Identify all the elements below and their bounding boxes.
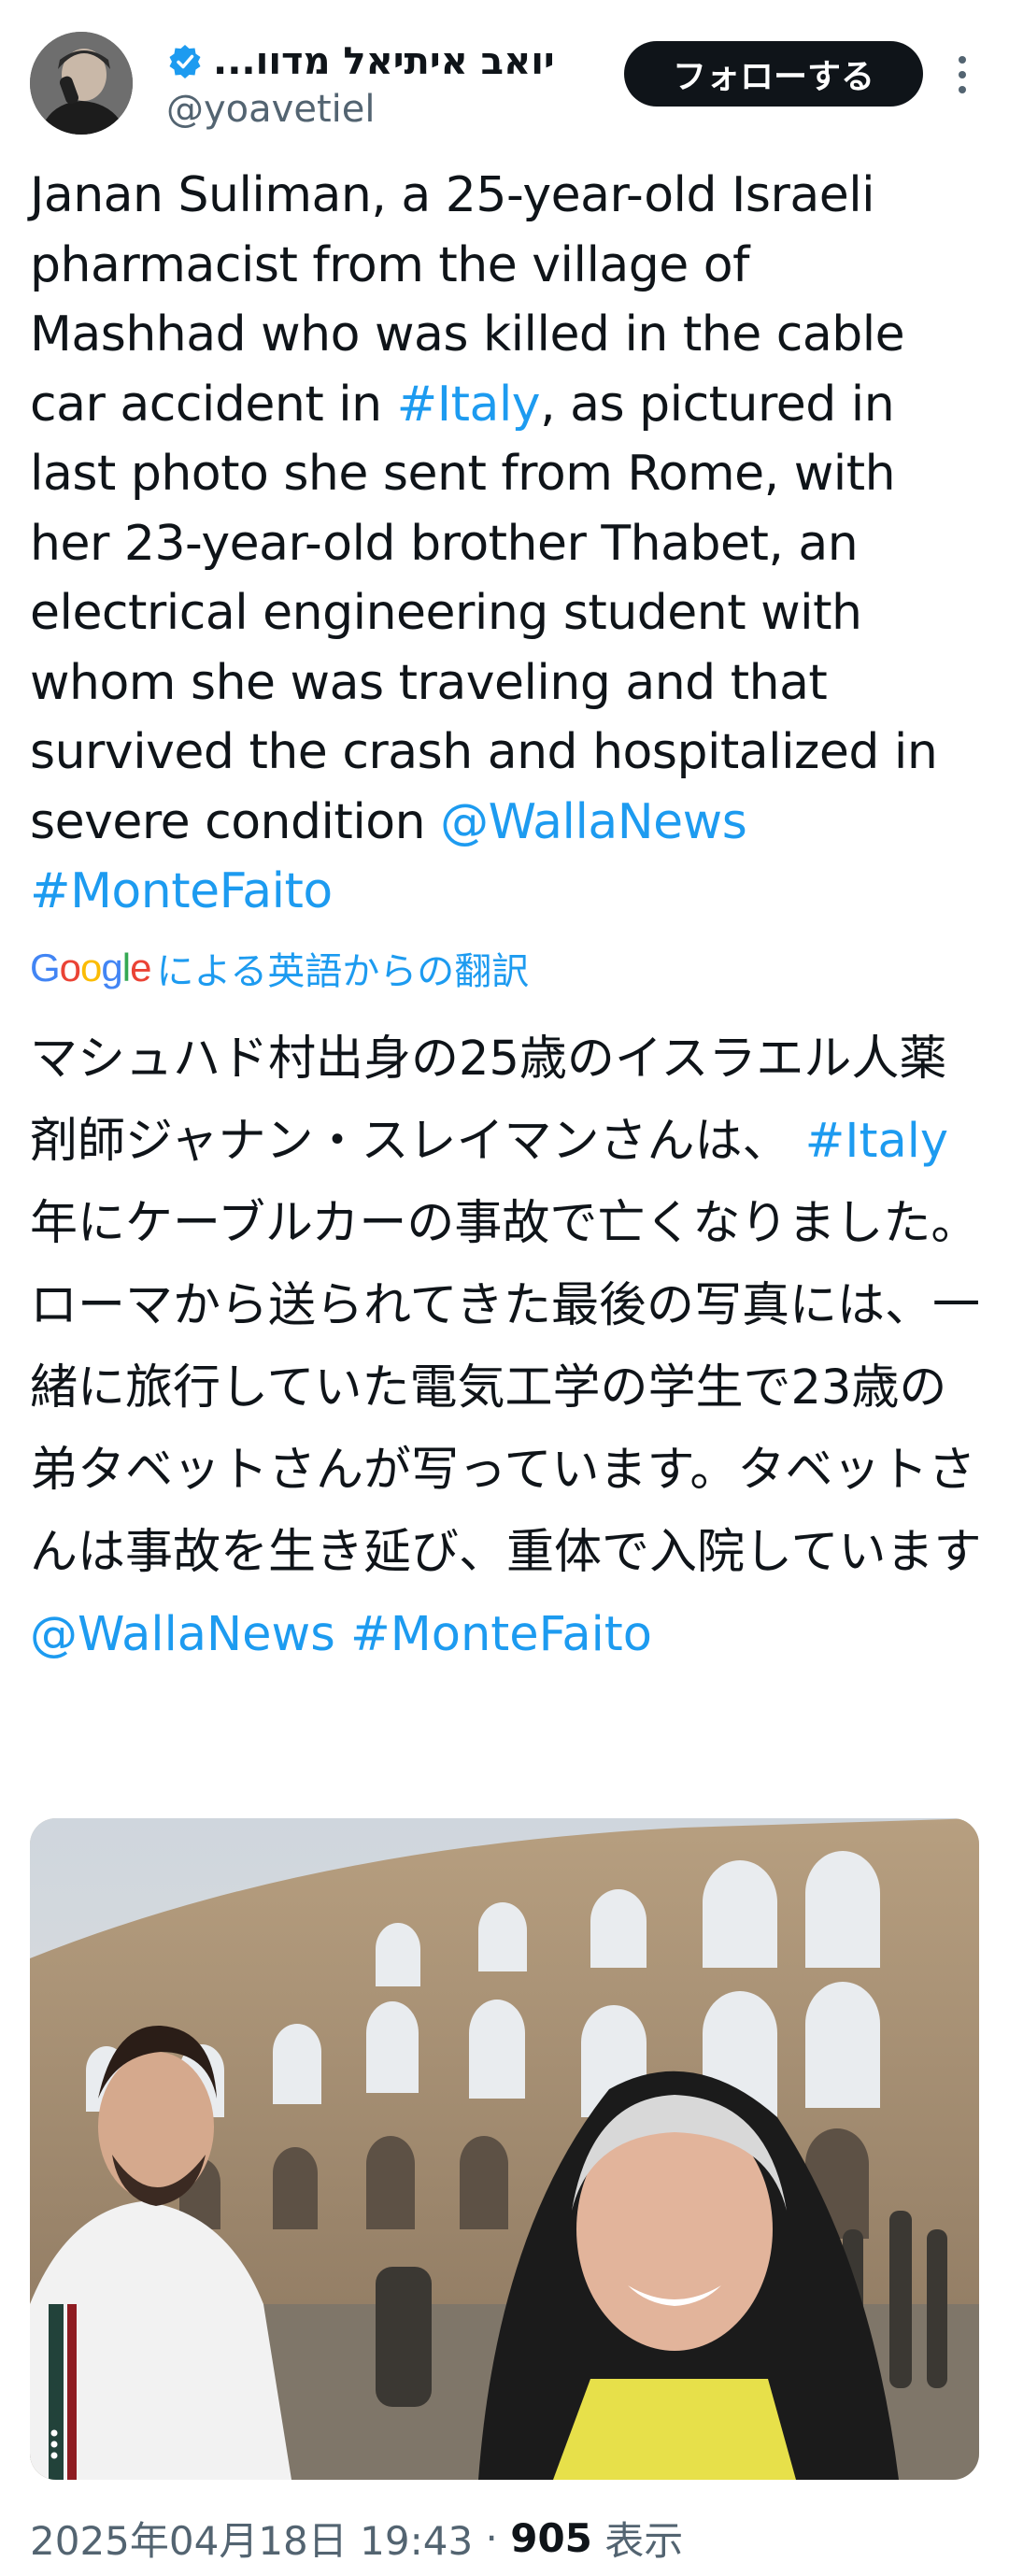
metadata-separator: · xyxy=(473,2514,511,2561)
author-display-name: יואב איתיאל מדוו... xyxy=(213,40,555,83)
tweet-timestamp[interactable]: 2025年04月18日 19:43 xyxy=(30,2510,473,2567)
hashtag-italy-link[interactable]: #Italy xyxy=(397,377,541,433)
follow-button[interactable]: フォローする xyxy=(624,41,923,107)
mention-wallanews-link[interactable]: @WallaNews xyxy=(440,794,747,850)
views-count[interactable]: 905 xyxy=(510,2515,592,2561)
author-handle[interactable]: @yoavetiel xyxy=(166,88,375,131)
translation-attribution[interactable]: Google による英語からの翻訳 xyxy=(30,940,529,996)
author-name-row[interactable]: יואב איתיאל מדוו... xyxy=(166,36,555,88)
translated-text-segment: 年にケーブルカーの事故で亡くなりました。ローマから送られてきた最後の写真には、一… xyxy=(30,1196,982,1580)
tweet-text-segment xyxy=(746,794,761,850)
tweet-metadata: 2025年04月18日 19:43 · 905 表示 xyxy=(30,2510,683,2566)
hashtag-italy-link[interactable]: #Italy xyxy=(805,1114,948,1169)
avatar[interactable] xyxy=(30,32,133,135)
translation-label[interactable]: による英語からの翻訳 xyxy=(156,941,529,995)
media-more-icon[interactable] xyxy=(45,2426,64,2463)
photo-colosseum-selfie xyxy=(30,1818,979,2480)
tweet-text-segment: , as pictured in last photo she sent fro… xyxy=(30,376,953,850)
hashtag-montefaito-link[interactable]: #MonteFaito xyxy=(30,863,333,919)
more-options-icon[interactable] xyxy=(945,49,979,101)
tweet-photo[interactable] xyxy=(30,1818,979,2480)
translated-text-segment xyxy=(335,1607,350,1662)
verified-badge-icon xyxy=(166,43,204,80)
views-label: 表示 xyxy=(591,2517,684,2564)
hashtag-montefaito-link[interactable]: #MonteFaito xyxy=(350,1607,652,1662)
google-logo: Google xyxy=(30,946,151,989)
translated-tweet-body: マシュハド村出身の25歳のイスラエル人薬剤師ジャナン・スレイマンさんは、 #It… xyxy=(30,1018,992,1676)
tweet-header: יואב איתיאל מדוו... @yoavetiel フォローする xyxy=(30,28,979,140)
mention-wallanews-link[interactable]: @WallaNews xyxy=(30,1607,335,1662)
tweet-body: Janan Suliman, a 25-year-old Israeli pha… xyxy=(30,161,979,927)
